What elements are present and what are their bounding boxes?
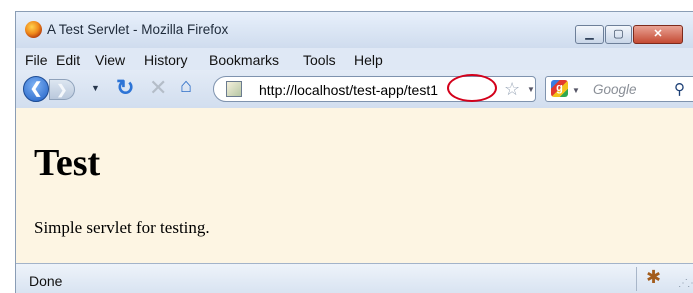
title-bar: A Test Servlet - Mozilla Firefox ▁ ▢ ✕ [16,12,693,48]
status-divider [636,267,637,291]
page-content: Test Simple servlet for testing. [16,108,693,263]
bookmark-star-icon[interactable]: ☆ [504,79,520,100]
home-icon[interactable]: ⌂ [180,75,192,98]
google-icon[interactable]: g [551,80,568,97]
close-button[interactable]: ✕ [633,25,683,44]
highlight-circle [447,74,497,102]
status-text: Done [29,273,63,289]
stop-icon[interactable]: ✕ [149,75,167,101]
url-dropdown-icon[interactable]: ▼ [527,85,535,94]
reload-icon[interactable]: ↻ [116,75,134,101]
menu-file[interactable]: File [25,52,48,68]
browser-window: A Test Servlet - Mozilla Firefox ▁ ▢ ✕ F… [15,11,693,293]
menu-bar: File Edit View History Bookmarks Tools H… [16,48,693,70]
minimize-button[interactable]: ▁ [575,25,604,44]
page-paragraph: Simple servlet for testing. [34,218,210,237]
search-engine-dropdown-icon[interactable]: ▼ [572,86,580,95]
site-favicon-icon [226,81,242,97]
status-bar: Done ✱ ⋰⋰ [16,263,693,293]
address-bar[interactable]: http://localhost/test-app/test1 ☆ ▼ [213,74,536,102]
search-box[interactable]: g ▼ Google ⚲ [545,76,693,102]
maximize-button[interactable]: ▢ [605,25,632,44]
resize-grip-icon[interactable]: ⋰⋰ [678,278,693,289]
search-input[interactable]: Google [593,82,637,97]
menu-bookmarks[interactable]: Bookmarks [209,52,279,68]
menu-view[interactable]: View [95,52,125,68]
firebug-icon[interactable]: ✱ [646,267,661,288]
window-title: A Test Servlet - Mozilla Firefox [47,22,229,37]
back-icon[interactable]: ❮ [23,76,49,102]
navigation-toolbar: ❮ ❯ ▼ ↻ ✕ ⌂ http://localhost/test-app/te… [16,70,693,109]
menu-help[interactable]: Help [354,52,383,68]
search-icon[interactable]: ⚲ [674,80,685,98]
firefox-logo-icon [25,21,42,38]
menu-edit[interactable]: Edit [56,52,80,68]
menu-history[interactable]: History [144,52,188,68]
history-dropdown-icon[interactable]: ▼ [91,83,100,93]
url-text[interactable]: http://localhost/test-app/test1 [259,82,438,98]
menu-tools[interactable]: Tools [303,52,336,68]
forward-icon[interactable]: ❯ [49,79,75,100]
page-heading: Test [34,142,101,184]
